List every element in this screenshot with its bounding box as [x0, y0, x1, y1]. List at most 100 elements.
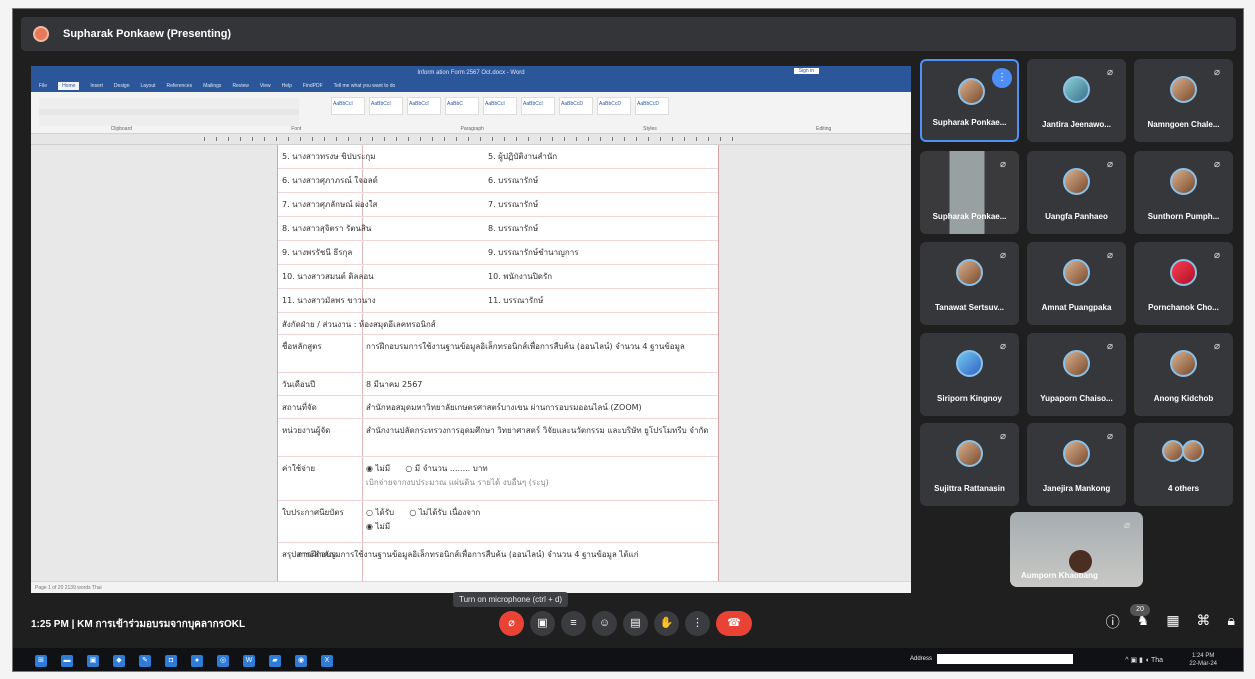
certificate-none[interactable]: ไม่มี: [376, 522, 391, 531]
captions-button[interactable]: ≡: [561, 611, 586, 636]
folder-icon[interactable]: ▰: [269, 654, 281, 667]
word-icon[interactable]: W: [243, 654, 255, 667]
certificate-received[interactable]: ได้รับ: [376, 508, 395, 517]
participant-tile[interactable]: ⌀ Uangfa Panhaeo: [1027, 151, 1126, 234]
participant-tile[interactable]: ⌀ Amnat Puangpaka: [1027, 242, 1126, 325]
meeting-controls: ⌀ ▣ ≡ ☺ ▤ ✋ ⋮ ☎: [499, 611, 752, 636]
style-strong[interactable]: AaBbCcD: [597, 97, 631, 115]
staff-position: 10. พนักงานปิดรัก: [488, 272, 553, 281]
microphone-off-button[interactable]: ⌀: [499, 611, 524, 636]
participant-tile[interactable]: ⌀ Namngoen Chale...: [1134, 59, 1233, 142]
participant-tile[interactable]: ⌀ Janejira Mankong: [1027, 423, 1126, 506]
staff-name: 9. นางพรรัชนี ธีรกุล: [282, 248, 353, 257]
mic-off-icon: ⌀: [999, 341, 1006, 352]
emoji-button[interactable]: ☺: [592, 611, 617, 636]
participant-tile[interactable]: ⌀ Supharak Ponkae...: [920, 151, 1019, 234]
more-options-button[interactable]: ⋮: [685, 611, 710, 636]
lock-icon[interactable]: 🔒︎: [1228, 612, 1235, 632]
menu-home[interactable]: Home: [58, 81, 80, 90]
address-input[interactable]: [937, 654, 1073, 664]
taskbar-date: 22-Mar-24: [1189, 661, 1217, 667]
taskbar-clock[interactable]: 1:24 PM 22-Mar-24: [1189, 652, 1217, 668]
chat-icon[interactable]: ▦: [1166, 612, 1179, 632]
style-heading-2[interactable]: AaBbC: [445, 97, 479, 115]
menu-design[interactable]: Design: [114, 83, 130, 89]
info-icon[interactable]: ⓘ: [1106, 612, 1120, 632]
app-icon[interactable]: ◆: [113, 654, 125, 667]
style-subtitle[interactable]: AaBbCcI: [521, 97, 555, 115]
mic-off-icon: ⌀: [1106, 431, 1113, 442]
staff-position: 11. บรรณารักษ์: [488, 296, 544, 305]
style-normal[interactable]: AaBbCcI: [331, 97, 365, 115]
cost-amount[interactable]: มี จำนวน ........ บาท: [415, 464, 488, 473]
presenter-avatar: [33, 26, 49, 42]
presenter-bar: Supharak Ponkaew (Presenting): [21, 17, 1236, 51]
participant-tile[interactable]: ⌀ Tanawat Sertsuv...: [920, 242, 1019, 325]
tell-me-search[interactable]: Tell me what you want to do: [334, 83, 396, 89]
file-explorer-icon[interactable]: ▣: [87, 654, 99, 667]
raise-hand-button[interactable]: ✋: [654, 611, 679, 636]
mic-off-icon: ⌀: [999, 250, 1006, 261]
staff-name: 6. นางสาวศุภาภรณ์ ใจอลด์: [282, 176, 378, 185]
excel-icon[interactable]: X: [321, 654, 333, 667]
ribbon-font-paragraph-controls[interactable]: [39, 98, 299, 126]
windows-taskbar: ⊞ ▬ ▣ ◆ ✎ ◘ ● ◎ W ▰ ◉ X Address ^ ▣ ▮ ◖ …: [13, 648, 1243, 671]
menu-mailings[interactable]: Mailings: [203, 83, 221, 89]
participant-tile[interactable]: ⌀ Sunthorn Pumph...: [1134, 151, 1233, 234]
participant-tile[interactable]: ⌀ Pornchanok Cho...: [1134, 242, 1233, 325]
document-area[interactable]: 5. นางสาวทรงษ ขิปบระกุม 5. ผู้ปฏิบัติงานส…: [31, 145, 911, 581]
style-emphasis[interactable]: AaBbCcD: [559, 97, 593, 115]
participant-tile[interactable]: ⌀ Siriporn Kingnoy: [920, 333, 1019, 416]
menu-review[interactable]: Review: [232, 83, 248, 89]
course-text: การฝึกอบรมการใช้งานฐานข้อมูลอิเล็กทรอนิก…: [366, 342, 685, 351]
cost-options[interactable]: ◉ ไม่มี ○ มี จำนวน ........ บาท เบิกจ่ายจ…: [366, 462, 713, 490]
system-tray[interactable]: ^ ▣ ▮ ◖ Tha: [1125, 656, 1163, 664]
app-icon[interactable]: ✎: [139, 654, 151, 667]
style-quote[interactable]: AaBbCcD: [635, 97, 669, 115]
agency-row: สังกัดฝ่าย / ส่วนงาน : ห้องสมุดอีเลคทรอน…: [278, 313, 718, 335]
others-tile[interactable]: 4 others: [1134, 423, 1233, 506]
meeting-side-actions: ⓘ ♞ ▦ ⌘ 🔒︎: [1106, 612, 1235, 632]
app-icon[interactable]: ◘: [165, 654, 177, 667]
style-no-spacing[interactable]: AaBbCcI: [369, 97, 403, 115]
chrome-icon[interactable]: ◉: [295, 654, 307, 667]
browser-icon[interactable]: ●: [191, 654, 203, 667]
present-button[interactable]: ▤: [623, 611, 648, 636]
task-view-icon[interactable]: ▬: [61, 654, 73, 667]
participant-tile[interactable]: ⌀ Anong Kidchob: [1134, 333, 1233, 416]
editing-label: Editing: [816, 126, 832, 132]
taskbar-address: Address: [910, 654, 1073, 664]
menu-layout[interactable]: Layout: [141, 83, 156, 89]
participants-count-badge: 20: [1130, 604, 1150, 616]
document-page[interactable]: 5. นางสาวทรงษ ขิปบระกุม 5. ผู้ปฏิบัติงานส…: [277, 145, 719, 581]
participant-tile[interactable]: ⋮ Supharak Ponkae...: [920, 59, 1019, 142]
menu-view[interactable]: View: [260, 83, 271, 89]
table-row: 6. นางสาวศุภาภรณ์ ใจอลด์ 6. บรรณารักษ์: [278, 169, 718, 193]
style-title[interactable]: AaBbCcI: [483, 97, 517, 115]
windows-start-icon[interactable]: ⊞: [35, 654, 47, 667]
leave-call-button[interactable]: ☎: [716, 611, 752, 636]
menu-insert[interactable]: Insert: [90, 83, 103, 89]
styles-gallery[interactable]: AaBbCcI AaBbCcI AaBbCcI AaBbC AaBbCcI Aa…: [331, 97, 669, 115]
avatar: [1063, 440, 1090, 467]
participant-tile[interactable]: ⌀ Yupaporn Chaiso...: [1027, 333, 1126, 416]
menu-findpdf[interactable]: FindPDF: [303, 83, 323, 89]
cost-none[interactable]: ไม่มี: [376, 464, 391, 473]
activities-icon[interactable]: ⌘: [1197, 612, 1211, 632]
camera-button[interactable]: ▣: [530, 611, 555, 636]
menu-references[interactable]: References: [167, 83, 193, 89]
participant-tile[interactable]: ⌀ Sujittra Rattanasin: [920, 423, 1019, 506]
avatar: [956, 350, 983, 377]
self-view[interactable]: ⌀ Aumporn Khaobang: [1010, 512, 1143, 587]
sign-in-button[interactable]: Sign in: [793, 68, 819, 74]
menu-help[interactable]: Help: [282, 83, 292, 89]
certificate-options[interactable]: ○ ได้รับ ○ ไม่ได้รับ เนื่องจาก ◉ ไม่มี: [366, 506, 713, 534]
participant-tile[interactable]: ⌀ Jantira Jeenawo...: [1027, 59, 1126, 142]
staff-position: 9. บรรณารักษ์ชำนาญการ: [488, 248, 579, 257]
menu-file[interactable]: File: [39, 83, 47, 89]
certificate-not-received[interactable]: ไม่ได้รับ เนื่องจาก: [419, 508, 480, 517]
avatar: [958, 78, 985, 105]
line-icon[interactable]: ◎: [217, 654, 229, 667]
style-heading-1[interactable]: AaBbCcI: [407, 97, 441, 115]
mic-off-icon: ⌀: [1106, 250, 1113, 261]
